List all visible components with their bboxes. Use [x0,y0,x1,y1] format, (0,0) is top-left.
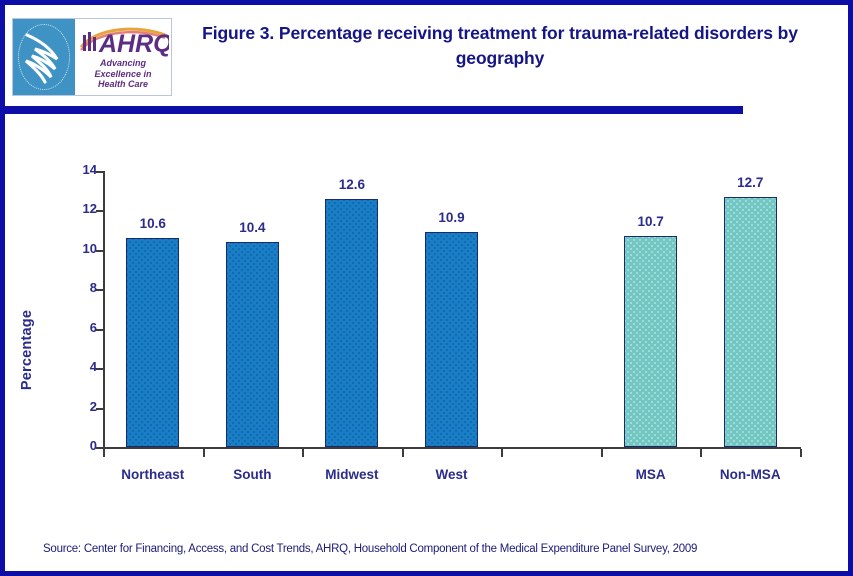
tagline-line-2: Excellence in [94,68,152,79]
y-tick-label: 14 [82,162,97,177]
svg-text:AHRQ: AHRQ [98,30,169,57]
bar [723,196,777,447]
y-tick-label: 4 [89,359,97,375]
header-divider-bar [5,106,743,114]
bar [225,241,279,447]
figure-page: AHRQ Advancing Excellence in Health Care… [0,0,853,576]
bar [425,232,478,447]
figure-title: Figure 3. Percentage receiving treatment… [202,23,798,68]
y-axis-line [103,171,105,448]
bar [325,198,379,447]
tagline-line-1: Advancing [99,58,146,68]
y-tick-mark [96,249,103,252]
bar-value-label: 12.6 [338,176,366,192]
hhs-eagle-glyph [24,33,59,84]
ahrq-logo: AHRQ Advancing Excellence in Health Care [12,18,172,96]
x-category-label: Non-MSA [719,467,781,482]
x-tick-mark [601,449,603,457]
plot-area: 0 2 4 6 8 10 12 14 10.6 10.4 12.6 10.9 10.7 12.7 Nor… [83,162,802,482]
x-tick-mark [302,449,304,457]
y-tick-label: 12 [82,201,97,217]
bar-value-label: 12.7 [737,174,764,190]
y-tick-mark [96,328,103,331]
ahrq-tagline: Advancing Excellence in Health Care [75,58,171,90]
tagline-line-3: Health Care [97,79,149,89]
y-tick-mark [96,447,103,449]
bar [126,238,180,447]
source-note: Source: Center for Financing, Access, an… [43,543,698,555]
y-tick-label: 0 [89,438,97,453]
x-tick-mark [700,449,702,457]
x-tick-mark [800,449,802,457]
y-tick-label: 6 [89,319,97,335]
y-tick-label: 8 [89,280,97,296]
x-tick-mark [501,449,503,457]
bar [624,236,678,447]
bar-value-label: 10.6 [139,216,166,232]
ahrq-wordmark-icon: AHRQ [75,25,171,57]
y-axis-label: Percentage [19,309,35,391]
figure-header: AHRQ Advancing Excellence in Health Care… [5,5,848,101]
x-tick-mark [402,449,404,457]
y-tick-label: 2 [89,398,97,414]
x-axis-line [103,447,801,449]
x-tick-mark [103,449,105,457]
x-tick-mark [203,449,205,457]
hhs-seal-icon [13,19,75,95]
bar-value-label: 10.9 [438,210,465,226]
ahrq-logo-text: AHRQ Advancing Excellence in Health Care [75,19,171,95]
y-tick-mark [96,171,103,173]
y-tick-mark [96,210,103,213]
y-tick-label: 10 [82,240,97,256]
bar-value-label: 10.7 [637,214,664,230]
bar-chart: Percentage 0 2 4 6 8 10 12 14 10.6 10.4 12.6 10.9 1… [5,117,848,527]
bar-value-label: 10.4 [239,219,266,235]
y-tick-mark [96,407,103,410]
x-category-label: West [435,467,468,482]
y-tick-mark [96,289,103,292]
y-tick-mark [96,368,103,371]
